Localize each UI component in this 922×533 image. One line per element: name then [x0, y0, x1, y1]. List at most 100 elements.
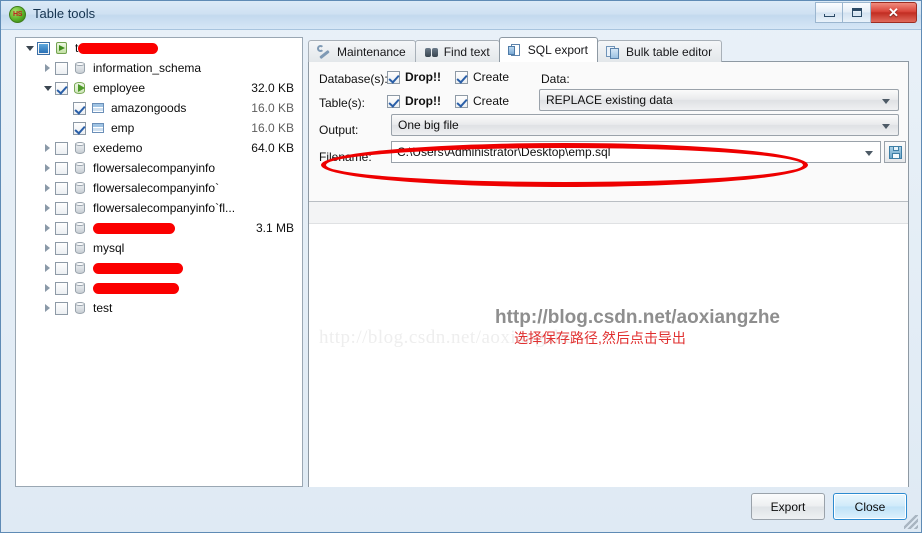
triangle-icon: [45, 244, 50, 252]
tree-node-checkbox[interactable]: [37, 41, 50, 55]
tree-node-label: test: [93, 301, 113, 315]
tab-sql-export[interactable]: SQL export: [498, 37, 599, 62]
heidisql-icon-text: HS: [12, 11, 23, 18]
triangle-icon: [45, 224, 50, 232]
tree-node[interactable]: 3.1 MB: [16, 218, 302, 238]
tree-node[interactable]: amazongoods 16.0 KB: [16, 98, 302, 118]
data-mode-dropdown[interactable]: REPLACE existing data: [539, 89, 899, 111]
checkbox-box: [455, 94, 468, 108]
filename-input[interactable]: C:\Users\Administrator\Desktop\emp.sql: [391, 141, 881, 163]
database-icon: [72, 200, 88, 216]
expand-arrow-icon[interactable]: [40, 64, 55, 72]
tables-create-checkbox[interactable]: Create: [455, 94, 509, 108]
tab-label: SQL export: [527, 43, 589, 57]
document-icon: [507, 42, 523, 58]
filename-value: C:\Users\Administrator\Desktop\emp.sql: [397, 145, 611, 159]
minimize-button[interactable]: [815, 2, 843, 23]
tree-node-checkbox[interactable]: [55, 201, 68, 215]
expand-arrow-icon[interactable]: [40, 304, 55, 312]
data-mode-value: REPLACE existing data: [546, 93, 673, 107]
tools-panel: Maintenance Find text SQL export Bulk table…: [308, 37, 909, 487]
database-icon: [72, 60, 88, 76]
triangle-icon: [45, 284, 50, 292]
tree-node[interactable]: mysql: [16, 238, 302, 258]
close-dialog-button[interactable]: Close: [833, 493, 907, 520]
collapse-arrow-icon[interactable]: [22, 45, 37, 51]
tab-find-text[interactable]: Find text: [414, 40, 500, 62]
tree-node-checkbox[interactable]: [55, 261, 68, 275]
table-icon: [90, 100, 106, 116]
tree-node[interactable]: [16, 278, 302, 298]
expand-arrow-icon[interactable]: [40, 244, 55, 252]
tree-node[interactable]: emp 16.0 KB: [16, 118, 302, 138]
expand-arrow-icon[interactable]: [40, 284, 55, 292]
tree-node[interactable]: t: [16, 38, 302, 58]
tree-node-label: mysql: [93, 241, 125, 255]
tables-drop-checkbox[interactable]: Drop!!: [387, 94, 441, 108]
expand-arrow-icon[interactable]: [40, 144, 55, 152]
tree-node-checkbox[interactable]: [55, 281, 68, 295]
browse-save-button[interactable]: [884, 141, 906, 163]
tree-node-checkbox[interactable]: [55, 221, 68, 235]
databases-create-checkbox[interactable]: Create: [455, 70, 509, 84]
floppy-disk-icon: [888, 145, 902, 159]
export-output-area: http://blog.csdn.net/aoxiangzhe http://b…: [309, 202, 908, 487]
output-dropdown[interactable]: One big file: [391, 114, 899, 136]
tree-node-size: 16.0 KB: [251, 101, 294, 115]
tree-node[interactable]: flowersalecompanyinfo`fl...: [16, 198, 302, 218]
tree-node[interactable]: employee 32.0 KB: [16, 78, 302, 98]
tree-node[interactable]: information_schema: [16, 58, 302, 78]
checkbox-box: [387, 94, 400, 108]
tab-bulk-table-editor[interactable]: Bulk table editor: [597, 40, 723, 62]
triangle-icon: [45, 144, 50, 152]
tree-node-label: flowersalecompanyinfo`: [93, 181, 220, 195]
tree-node-checkbox[interactable]: [55, 161, 68, 175]
tree-node-checkbox[interactable]: [55, 81, 68, 95]
tree-node-size: 16.0 KB: [251, 121, 294, 135]
tree-node-checkbox[interactable]: [55, 141, 68, 155]
resize-grip[interactable]: [904, 515, 918, 529]
expand-arrow-icon[interactable]: [40, 264, 55, 272]
tree-node[interactable]: exedemo 64.0 KB: [16, 138, 302, 158]
tree-node-checkbox[interactable]: [55, 61, 68, 75]
sql-export-tab-body: Database(s): Table(s): Output: Filename:…: [308, 61, 909, 487]
tree-node[interactable]: test: [16, 298, 302, 318]
title-bar: HS Table tools ✕: [1, 1, 921, 30]
tree-node-label: flowersalecompanyinfo: [93, 161, 216, 175]
output-label: Output:: [319, 123, 359, 137]
expand-arrow-icon[interactable]: [40, 204, 55, 212]
databases-drop-checkbox[interactable]: Drop!!: [387, 70, 441, 84]
close-icon: ✕: [888, 5, 899, 20]
restore-button[interactable]: [843, 2, 871, 23]
close-button[interactable]: ✕: [871, 2, 917, 23]
expand-arrow-icon[interactable]: [40, 224, 55, 232]
tree-node-checkbox[interactable]: [73, 101, 86, 115]
triangle-icon: [25, 45, 34, 51]
tree-node[interactable]: flowersalecompanyinfo`: [16, 178, 302, 198]
tree-node-checkbox[interactable]: [55, 181, 68, 195]
tree-node[interactable]: [16, 258, 302, 278]
tree-node-checkbox[interactable]: [55, 301, 68, 315]
collapse-arrow-icon[interactable]: [40, 85, 55, 91]
table-icon: [90, 120, 106, 136]
table-tools-dialog: HS Table tools ✕ t information_schema empl…: [0, 0, 922, 533]
tab-label: Find text: [443, 44, 490, 59]
chevron-down-icon: [882, 99, 890, 104]
tree-node-checkbox[interactable]: [55, 241, 68, 255]
checkbox-box: [387, 70, 400, 84]
expand-arrow-icon[interactable]: [40, 184, 55, 192]
tree-node-label: emp: [111, 121, 135, 135]
database-tree: t information_schema employee 32.0 KB amazon…: [16, 38, 302, 318]
tables-create-label: Create: [473, 94, 510, 108]
tab-label: Maintenance: [337, 44, 406, 59]
databases-create-label: Create: [473, 70, 510, 84]
expand-arrow-icon[interactable]: [40, 164, 55, 172]
export-button[interactable]: Export: [751, 493, 825, 520]
database-icon: [72, 220, 88, 236]
redaction-bar: [93, 222, 175, 234]
tree-node-checkbox[interactable]: [73, 121, 86, 135]
output-header-strip: [309, 202, 908, 224]
tree-node[interactable]: flowersalecompanyinfo: [16, 158, 302, 178]
database-tree-panel[interactable]: t information_schema employee 32.0 KB amazon…: [15, 37, 303, 487]
tab-maintenance[interactable]: Maintenance: [308, 40, 416, 62]
